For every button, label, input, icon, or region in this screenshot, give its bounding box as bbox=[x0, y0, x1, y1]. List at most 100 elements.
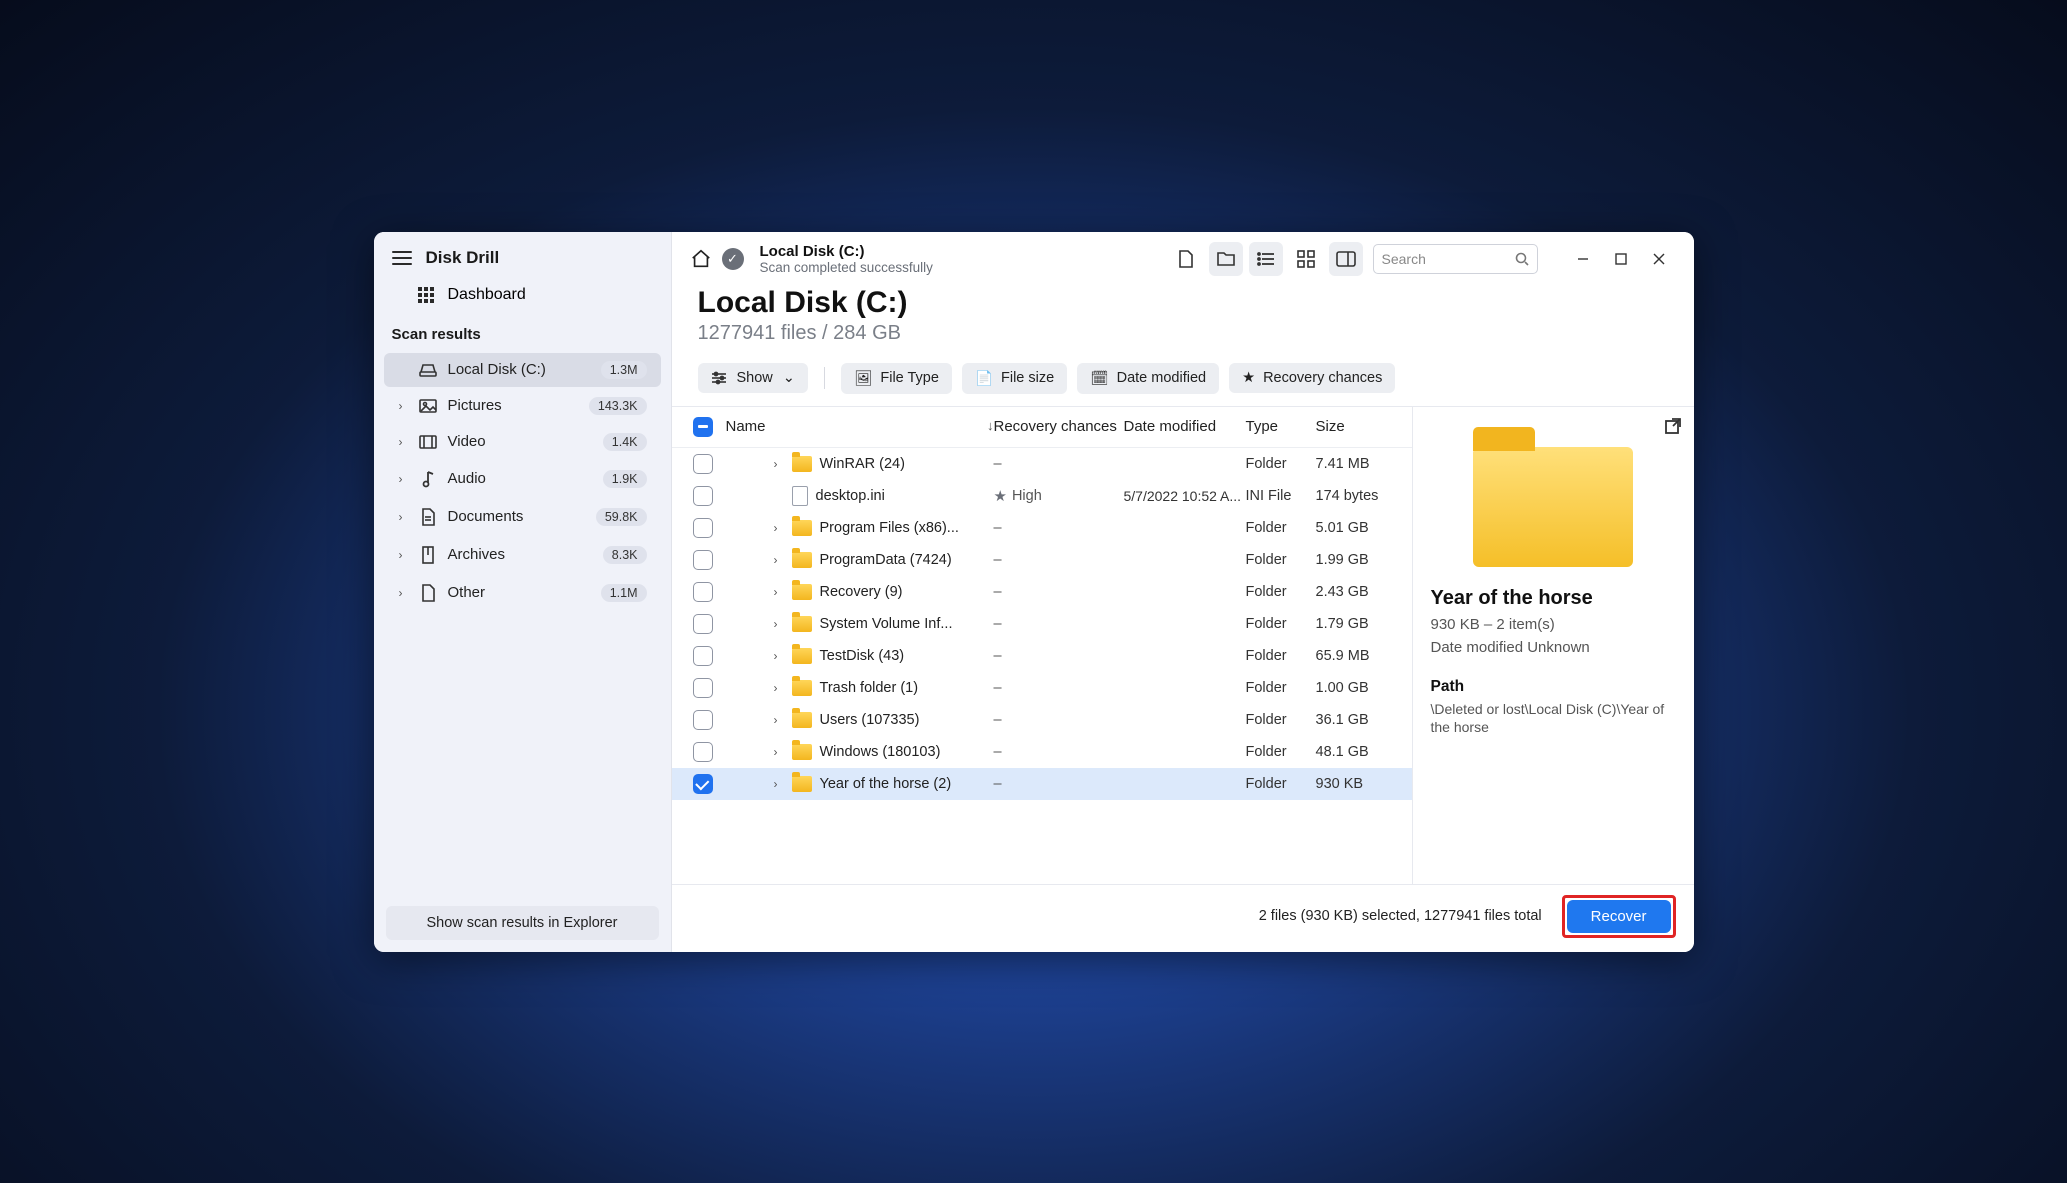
chevron-right-icon: › bbox=[394, 399, 408, 413]
sidebar-item-label: Audio bbox=[448, 470, 593, 487]
chevron-right-icon: › bbox=[394, 472, 408, 486]
row-name: System Volume Inf... bbox=[820, 616, 953, 632]
grid-view-icon[interactable] bbox=[1289, 242, 1323, 276]
sidebar-item-archives[interactable]: › Archives 8.3K bbox=[384, 537, 661, 573]
show-label: Show bbox=[737, 370, 773, 386]
main-panel: ✓ Local Disk (C:) Scan completed success… bbox=[672, 232, 1694, 952]
table-row[interactable]: ›desktop.ini★High5/7/2022 10:52 A...INI … bbox=[672, 480, 1412, 512]
star-icon: ★ bbox=[994, 487, 1007, 505]
table-row[interactable]: ›System Volume Inf...–Folder1.79 GB bbox=[672, 608, 1412, 640]
table-body[interactable]: ›WinRAR (24)–Folder7.41 MB›desktop.ini★H… bbox=[672, 448, 1412, 884]
recover-button[interactable]: Recover bbox=[1567, 900, 1671, 933]
row-name: Program Files (x86)... bbox=[820, 520, 959, 536]
row-type: Folder bbox=[1246, 584, 1316, 600]
show-in-explorer-button[interactable]: Show scan results in Explorer bbox=[386, 906, 659, 940]
row-recovery: – bbox=[994, 584, 1124, 600]
list-view-icon[interactable] bbox=[1249, 242, 1283, 276]
row-size: 2.43 GB bbox=[1316, 584, 1398, 600]
table-row[interactable]: ›Program Files (x86)...–Folder5.01 GB bbox=[672, 512, 1412, 544]
expand-icon[interactable]: › bbox=[768, 521, 784, 535]
expand-icon[interactable]: › bbox=[768, 649, 784, 663]
folder-icon bbox=[792, 776, 812, 792]
row-checkbox[interactable] bbox=[693, 646, 713, 666]
table-row[interactable]: ›WinRAR (24)–Folder7.41 MB bbox=[672, 448, 1412, 480]
expand-icon[interactable]: › bbox=[768, 553, 784, 567]
sidebar-item-local-disk-c-[interactable]: ›Local Disk (C:)1.3M bbox=[384, 353, 661, 387]
search-input[interactable]: Search bbox=[1373, 244, 1538, 274]
filter-date-modified[interactable]: 🗓Date modified bbox=[1077, 363, 1219, 394]
row-checkbox[interactable] bbox=[693, 678, 713, 698]
expand-icon[interactable]: › bbox=[768, 681, 784, 695]
sidebar-item-label: Archives bbox=[448, 546, 593, 563]
expand-icon[interactable]: › bbox=[768, 713, 784, 727]
dashboard-icon bbox=[418, 287, 434, 303]
table-row[interactable]: ›Recovery (9)–Folder2.43 GB bbox=[672, 576, 1412, 608]
table-row[interactable]: ›TestDisk (43)–Folder65.9 MB bbox=[672, 640, 1412, 672]
chevron-right-icon: › bbox=[394, 548, 408, 562]
detail-path: \Deleted or lost\Local Disk (C)\Year of … bbox=[1431, 700, 1676, 738]
row-checkbox[interactable] bbox=[693, 550, 713, 570]
row-size: 1.99 GB bbox=[1316, 552, 1398, 568]
chevron-down-icon: ⌄ bbox=[783, 370, 795, 386]
row-type: INI File bbox=[1246, 488, 1316, 504]
column-date[interactable]: Date modified bbox=[1124, 418, 1246, 435]
row-name: TestDisk (43) bbox=[820, 648, 905, 664]
sidebar-item-audio[interactable]: ›Audio1.9K bbox=[384, 461, 661, 497]
expand-icon[interactable]: › bbox=[768, 457, 784, 471]
row-type: Folder bbox=[1246, 744, 1316, 760]
folder-icon bbox=[792, 616, 812, 632]
filter-recovery-chances[interactable]: ★Recovery chances bbox=[1229, 363, 1395, 393]
select-all-checkbox[interactable] bbox=[693, 417, 713, 437]
column-type[interactable]: Type bbox=[1246, 418, 1316, 435]
sidebar-item-pictures[interactable]: ›Pictures143.3K bbox=[384, 389, 661, 423]
row-checkbox[interactable] bbox=[693, 774, 713, 794]
star-icon: ★ bbox=[1242, 370, 1255, 386]
filter-file-size[interactable]: 📄File size bbox=[962, 363, 1067, 394]
row-checkbox[interactable] bbox=[693, 710, 713, 730]
window-maximize-button[interactable] bbox=[1604, 242, 1638, 276]
sidebar-item-label: Documents bbox=[448, 508, 586, 525]
hamburger-icon[interactable] bbox=[392, 251, 412, 265]
panel-view-icon[interactable] bbox=[1329, 242, 1363, 276]
expand-icon[interactable]: › bbox=[768, 745, 784, 759]
table-row[interactable]: ›Year of the horse (2)–Folder930 KB bbox=[672, 768, 1412, 800]
sidebar-item-count: 143.3K bbox=[589, 397, 647, 415]
row-recovery: – bbox=[994, 616, 1124, 632]
window-minimize-button[interactable] bbox=[1566, 242, 1600, 276]
window-close-button[interactable] bbox=[1642, 242, 1676, 276]
app-window: Disk Drill Dashboard Scan results ›Local… bbox=[374, 232, 1694, 952]
home-icon[interactable] bbox=[690, 248, 712, 270]
table-row[interactable]: ›Users (107335)–Folder36.1 GB bbox=[672, 704, 1412, 736]
sidebar-item-video[interactable]: ›Video1.4K bbox=[384, 425, 661, 459]
expand-icon[interactable]: › bbox=[768, 585, 784, 599]
sidebar-item-documents[interactable]: ›Documents59.8K bbox=[384, 499, 661, 535]
row-checkbox[interactable] bbox=[693, 742, 713, 762]
row-checkbox[interactable] bbox=[693, 486, 713, 506]
table-row[interactable]: ›ProgramData (7424)–Folder1.99 GB bbox=[672, 544, 1412, 576]
show-filter-button[interactable]: Show ⌄ bbox=[698, 363, 808, 393]
column-recovery[interactable]: Recovery chances bbox=[994, 418, 1124, 435]
expand-icon[interactable]: › bbox=[768, 617, 784, 631]
row-checkbox[interactable] bbox=[693, 518, 713, 538]
sidebar-item-count: 1.3M bbox=[601, 361, 647, 379]
sidebar-item-count: 59.8K bbox=[596, 508, 647, 526]
table-row[interactable]: ›Windows (180103)–Folder48.1 GB bbox=[672, 736, 1412, 768]
scan-status-text: Scan completed successfully bbox=[760, 260, 933, 275]
nav-dashboard[interactable]: Dashboard bbox=[374, 276, 671, 316]
sidebar-item-other[interactable]: ›Other1.1M bbox=[384, 575, 661, 611]
expand-icon[interactable]: › bbox=[768, 777, 784, 791]
folder-view-icon[interactable] bbox=[1209, 242, 1243, 276]
popout-icon[interactable] bbox=[1664, 417, 1682, 435]
sidebar-item-label: Local Disk (C:) bbox=[448, 361, 591, 378]
row-checkbox[interactable] bbox=[693, 582, 713, 602]
file-view-icon[interactable] bbox=[1169, 242, 1203, 276]
filter-file-type[interactable]: 🖼File Type bbox=[841, 363, 952, 394]
table-row[interactable]: ›Trash folder (1)–Folder1.00 GB bbox=[672, 672, 1412, 704]
column-size[interactable]: Size bbox=[1316, 418, 1398, 435]
sidebar-item-count: 8.3K bbox=[603, 546, 647, 564]
row-checkbox[interactable] bbox=[693, 614, 713, 634]
column-name[interactable]: Name↓ bbox=[720, 418, 994, 435]
row-checkbox[interactable] bbox=[693, 454, 713, 474]
row-size: 930 KB bbox=[1316, 776, 1398, 792]
video-icon bbox=[418, 434, 438, 450]
